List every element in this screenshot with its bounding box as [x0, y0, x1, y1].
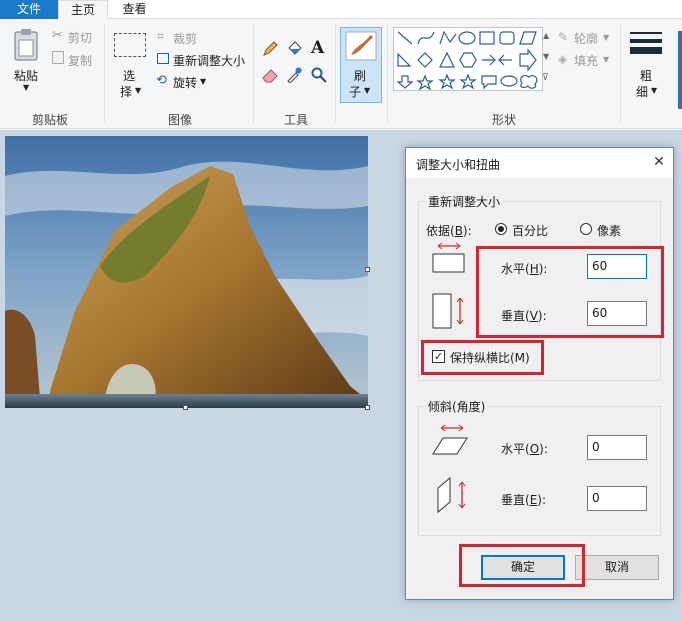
select-dropdown-icon[interactable]: ▼: [135, 86, 141, 95]
group-label-tools: 工具: [283, 113, 308, 127]
horizontal-resize-icon: [432, 242, 466, 277]
ribbon: 粘贴 ▼ ✂ 剪切 复制 剪贴板 选 择 ▼ ⌗ 裁剪 重新调整大小 ⟲ 旋转 …: [0, 19, 682, 129]
magnifier-icon[interactable]: [311, 67, 327, 86]
skew-vertical-input[interactable]: 0: [587, 486, 647, 511]
skew-horizontal-label: 水平(O):: [501, 440, 548, 457]
shapes-scroll-up-icon[interactable]: ▲: [543, 31, 549, 40]
vertical-resize-icon: [432, 292, 466, 333]
skew-horizontal-label-text: 水平(: [501, 442, 530, 456]
skew-vertical-label-text: 垂直(: [501, 493, 530, 507]
color-swatch[interactable]: [678, 31, 682, 109]
rotate-button[interactable]: 旋转: [173, 74, 197, 91]
rotate-icon: ⟲: [156, 73, 167, 88]
dialog-title: 调整大小和扭曲: [416, 158, 501, 172]
resize-handle-bottom[interactable]: [183, 405, 188, 410]
shapes-scroll-down-icon[interactable]: ▼: [543, 52, 549, 61]
skew-group-legend: 倾斜(角度): [426, 398, 488, 415]
group-label-image: 图像: [167, 113, 192, 127]
cut-icon: ✂: [52, 28, 63, 43]
group-divider: [335, 23, 336, 123]
resize-handle-right[interactable]: [365, 267, 370, 272]
pixels-label[interactable]: 像素: [597, 222, 621, 239]
select-button-line1[interactable]: 选: [123, 67, 135, 84]
select-icon[interactable]: [114, 33, 146, 57]
paste-button[interactable]: 粘贴: [14, 67, 38, 84]
select-button-line2[interactable]: 择: [120, 83, 132, 100]
size-dropdown-icon[interactable]: ▼: [651, 86, 657, 95]
group-divider: [104, 23, 105, 123]
close-icon[interactable]: ✕: [651, 154, 667, 170]
fill-dropdown-icon[interactable]: ▼: [603, 55, 609, 64]
cut-button[interactable]: 剪切: [68, 29, 92, 46]
highlight-keep-ratio: [421, 340, 544, 375]
brush-icon: [345, 31, 377, 64]
percent-label[interactable]: 百分比: [512, 222, 548, 239]
rotate-dropdown-icon[interactable]: ▼: [200, 77, 206, 86]
shapes-gallery[interactable]: [393, 27, 543, 91]
skew-horizontal-label-key: O: [529, 442, 540, 456]
skew-horizontal-label-suffix: ):: [539, 442, 548, 456]
by-label: 依据(B):: [426, 222, 472, 239]
size-icon[interactable]: [630, 31, 662, 58]
crop-button[interactable]: 裁剪: [173, 30, 197, 47]
eraser-icon[interactable]: [262, 67, 278, 86]
fill-button[interactable]: 填充: [574, 52, 598, 69]
shapes-more-icon[interactable]: ⊽: [542, 73, 549, 83]
pencil-icon[interactable]: [262, 41, 278, 60]
brush-label-line2: 子: [349, 85, 362, 99]
paste-icon[interactable]: [12, 28, 40, 62]
group-divider: [253, 23, 254, 123]
resize-icon: [157, 53, 169, 64]
cancel-button[interactable]: 取消: [575, 555, 659, 580]
highlight-ok-button: [459, 544, 585, 587]
skew-horizontal-input[interactable]: 0: [587, 435, 647, 460]
pixels-radio[interactable]: [580, 223, 592, 235]
size-label-line2[interactable]: 细: [636, 83, 648, 100]
dialog-titlebar[interactable]: 调整大小和扭曲 ✕: [406, 148, 673, 178]
skew-vertical-label: 垂直(E):: [501, 491, 546, 508]
text-icon[interactable]: A: [311, 38, 324, 58]
vertical-skew-icon: [436, 476, 470, 517]
copy-button[interactable]: 复制: [68, 52, 92, 69]
crop-icon: ⌗: [157, 29, 164, 43]
tab-view[interactable]: 查看: [112, 0, 157, 19]
resize-handle-corner[interactable]: [365, 405, 370, 410]
resize-button[interactable]: 重新调整大小: [173, 52, 245, 69]
by-label-text: 依据(: [426, 224, 455, 238]
color-picker-icon[interactable]: [286, 67, 302, 86]
resize-group-legend: 重新调整大小: [426, 193, 503, 210]
paste-dropdown-icon[interactable]: ▼: [23, 83, 29, 92]
outline-icon: ✎: [558, 30, 569, 44]
skew-vertical-label-suffix: ):: [537, 493, 547, 507]
highlight-resize-inputs: [476, 246, 664, 338]
by-label-suffix: ):: [462, 224, 472, 238]
size-label-line1[interactable]: 粗: [640, 67, 652, 84]
group-label-clipboard: 剪贴板: [31, 113, 68, 127]
group-label-shapes: 形状: [491, 113, 516, 127]
percent-radio[interactable]: [495, 223, 507, 235]
horizontal-skew-icon: [432, 424, 468, 459]
copy-icon: [52, 51, 64, 64]
brush-label-line1: 刷: [354, 69, 367, 83]
tab-file[interactable]: 文件: [0, 0, 58, 19]
by-label-key: B: [454, 224, 463, 238]
group-divider: [387, 23, 388, 123]
tab-home[interactable]: 主页: [58, 0, 108, 20]
fill-bucket-icon[interactable]: [286, 41, 302, 60]
group-divider: [620, 23, 621, 123]
outline-dropdown-icon[interactable]: ▼: [603, 33, 609, 42]
canvas-image[interactable]: [5, 136, 368, 408]
brush-dropdown-icon[interactable]: ▼: [364, 86, 370, 95]
ribbon-tab-bar: 文件 主页 查看: [0, 0, 682, 20]
fill-icon: ◈: [558, 52, 568, 66]
outline-button[interactable]: 轮廓: [574, 30, 598, 47]
